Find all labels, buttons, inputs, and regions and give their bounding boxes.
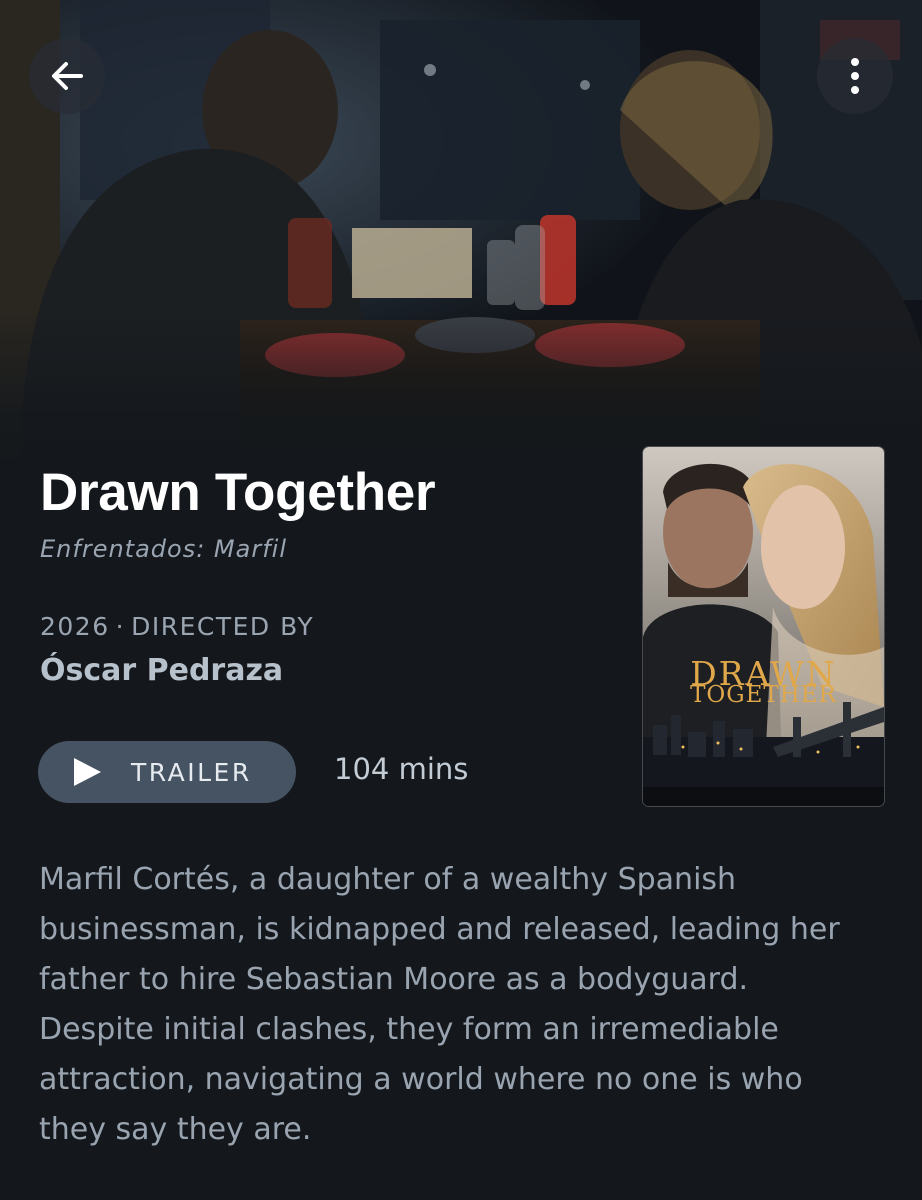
film-title: Drawn Together: [40, 463, 436, 522]
meta-separator: ·: [115, 612, 126, 641]
synopsis: Marfil Cortés, a daughter of a wealthy S…: [39, 862, 840, 1147]
poster-title-line2: TOGETHER: [690, 682, 837, 708]
trailer-button[interactable]: TRAILER: [38, 741, 296, 803]
runtime: 104 mins: [334, 752, 469, 786]
director-name[interactable]: Óscar Pedraza: [40, 653, 283, 688]
play-icon: [71, 756, 103, 788]
arrow-left-icon: [52, 62, 83, 90]
film-poster[interactable]: DRAWN TOGETHER: [643, 447, 884, 806]
trailer-label: TRAILER: [131, 757, 252, 787]
film-meta: 2026 · DIRECTED BY: [40, 612, 314, 641]
backdrop-image: [0, 0, 922, 470]
more-options-button[interactable]: [817, 38, 893, 114]
poster-illustration: [643, 447, 884, 806]
film-detail-page: Drawn Together Enfrentados: Marfil 2026 ·…: [0, 0, 922, 1200]
release-year[interactable]: 2026: [40, 612, 110, 641]
backdrop-fade: [0, 310, 922, 470]
back-button[interactable]: [29, 38, 105, 114]
original-title: Enfrentados: Marfil: [40, 535, 287, 563]
directed-by-label: DIRECTED BY: [131, 612, 315, 641]
more-vertical-icon: [851, 58, 859, 94]
